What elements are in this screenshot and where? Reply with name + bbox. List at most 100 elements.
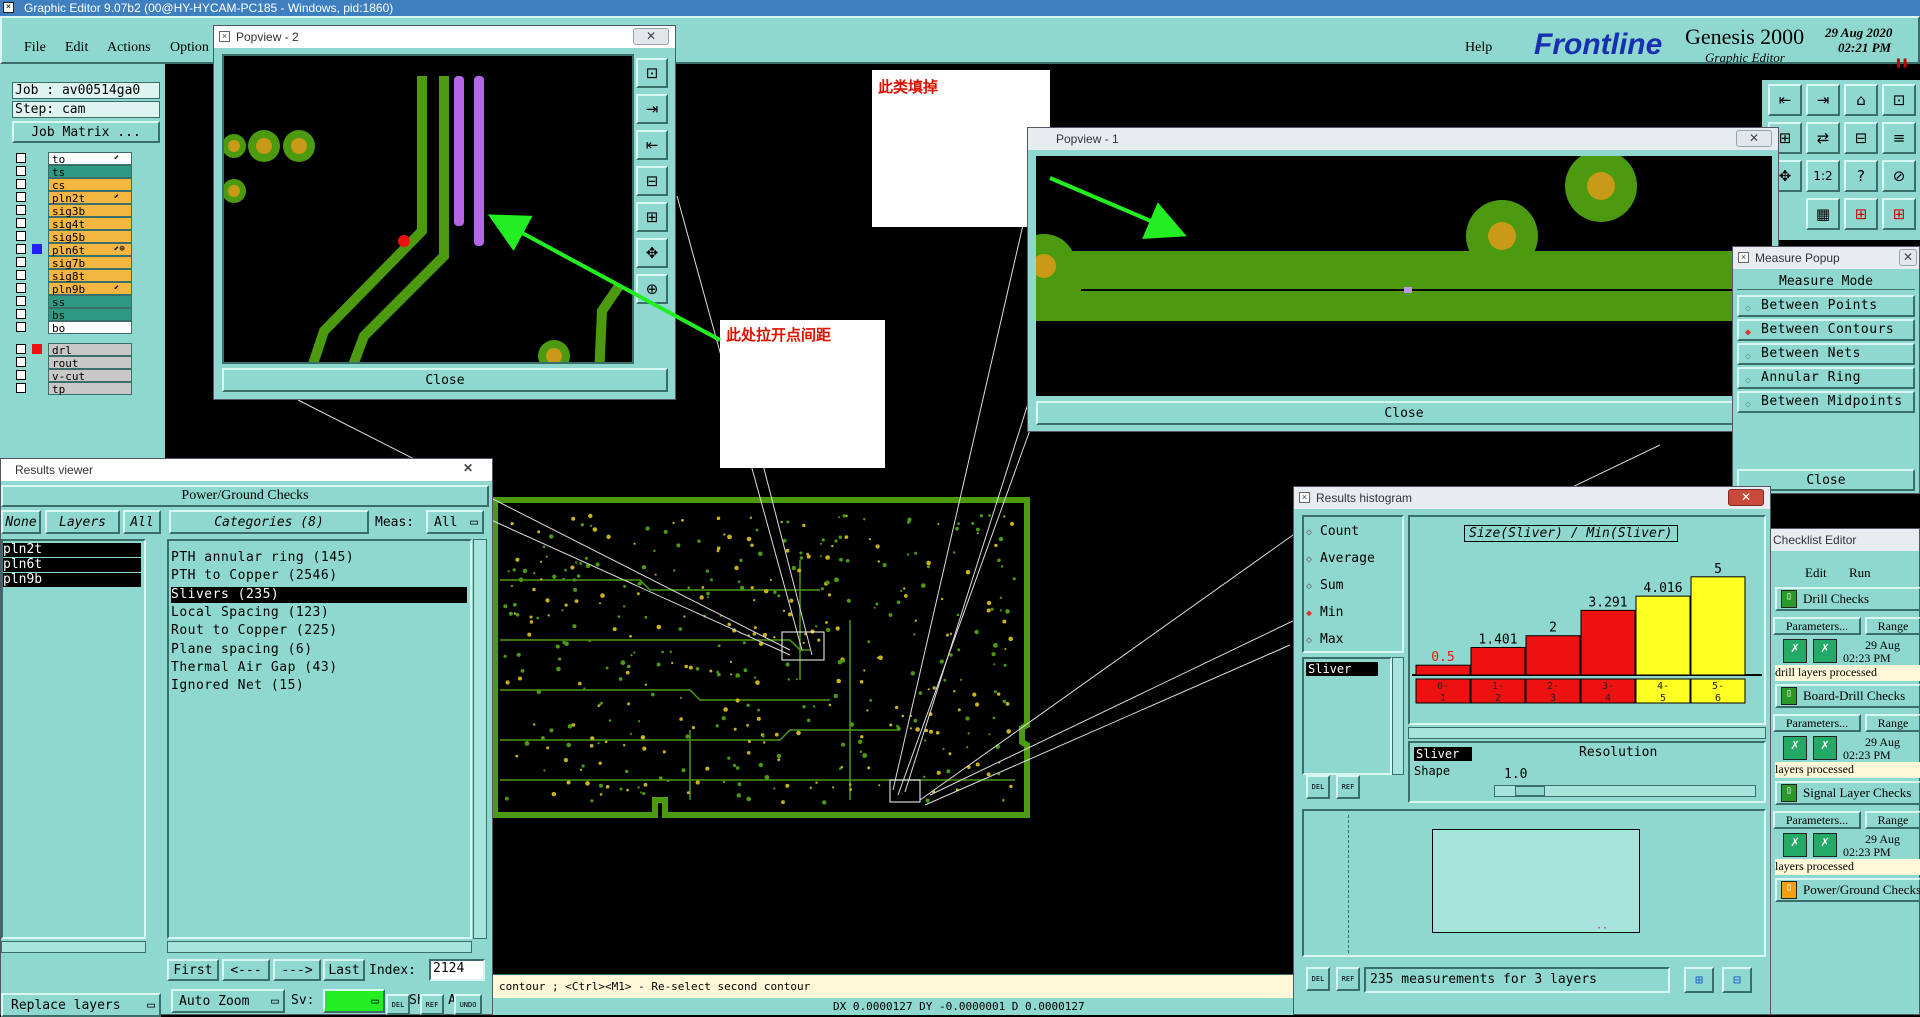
histogram-titlebar: × Results histogram ✕: [1294, 487, 1770, 509]
histogram-radio[interactable]: ◇ Average: [1306, 550, 1375, 568]
prev-button[interactable]: <---: [222, 959, 270, 981]
measure-mode-item[interactable]: ◆ Between Contours: [1737, 319, 1915, 341]
histogram-list-scrollbar[interactable]: [1392, 657, 1404, 775]
bar-value-label: 3.291: [1588, 595, 1627, 610]
histogram-radio[interactable]: ◆ Min: [1306, 604, 1343, 622]
ref-bottom-icon[interactable]: REF: [420, 994, 444, 1015]
shape-selected[interactable]: Sliver: [1414, 747, 1472, 761]
checklist-title: Checklist Editor: [1773, 533, 1857, 547]
range-button[interactable]: Range: [1865, 811, 1920, 829]
coords-readout: DX 0.0000127 DY -0.0000001 D 0.0000127: [833, 1000, 1085, 1013]
category-item[interactable]: Rout to Copper (225): [171, 623, 467, 639]
export-icon[interactable]: ⊞: [1684, 967, 1714, 993]
last-button[interactable]: Last: [323, 959, 365, 981]
checklist-menu-run[interactable]: Run: [1849, 565, 1871, 581]
del-icon[interactable]: DEL: [1306, 967, 1330, 991]
run-action-icon[interactable]: ✗: [1783, 736, 1807, 760]
histogram-bar[interactable]: [1635, 595, 1691, 676]
checklist-editor: Checklist Editor Edit Run ▯ Drill Checks P…: [1770, 528, 1920, 1015]
measure-mode-item[interactable]: ◇ Between Midpoints: [1737, 391, 1915, 413]
del-icon[interactable]: DEL: [1306, 775, 1330, 799]
slider-thumb[interactable]: [1515, 786, 1545, 796]
measure-close-x[interactable]: ✕: [1899, 249, 1917, 266]
print-icon[interactable]: ⊟: [1722, 967, 1752, 993]
category-item[interactable]: PTH annular ring (145): [171, 550, 467, 566]
parameters-button[interactable]: Parameters...: [1773, 714, 1861, 732]
sv-color-dropdown[interactable]: ▭: [323, 989, 385, 1013]
results-layer-item[interactable]: pln2t: [3, 543, 141, 557]
results-histogram: × Results histogram ✕ Sliver DEL REF Size(…: [1293, 486, 1771, 1015]
layer-results-list[interactable]: pln2t pln6t pln9b: [1, 539, 146, 939]
run-action-icon[interactable]: ✗: [1783, 639, 1807, 663]
dropdown-icon: ▭: [271, 993, 279, 1009]
run-action-icon[interactable]: ✗: [1813, 736, 1837, 760]
radio-icon: ◇: [1745, 375, 1752, 386]
results-close-x[interactable]: ✕: [450, 461, 486, 478]
ref-icon[interactable]: REF: [1336, 967, 1360, 991]
histogram-bar[interactable]: [1525, 635, 1581, 676]
layers-none-button[interactable]: None: [1, 510, 41, 534]
replace-layers-dropdown[interactable]: Replace layers ▭: [1, 993, 161, 1017]
histogram-list-item[interactable]: Sliver: [1306, 662, 1378, 676]
radio-icon: ◇: [1745, 303, 1752, 314]
checklist-item[interactable]: ▯ Power/Ground Checks: [1775, 878, 1920, 902]
results-layer-item[interactable]: pln6t: [3, 558, 141, 572]
histogram-bar[interactable]: [1415, 664, 1471, 676]
measure-mode-item[interactable]: ◇ Annular Ring: [1737, 367, 1915, 389]
autozoom-dropdown[interactable]: Auto Zoom ▭: [171, 989, 285, 1013]
del-bottom-icon[interactable]: DEL: [386, 994, 410, 1015]
checklist-item[interactable]: ▯ Drill Checks: [1775, 587, 1920, 611]
histogram-status: 235 measurements for 3 layers: [1364, 967, 1670, 993]
results-layer-item[interactable]: pln9b: [3, 573, 141, 587]
category-tick-label: 1: [1440, 693, 1446, 704]
range-button[interactable]: Range: [1865, 714, 1920, 732]
first-button[interactable]: First: [167, 959, 219, 981]
sv-label: Sv:: [291, 993, 315, 1008]
categories-button[interactable]: Categories (8): [169, 510, 369, 534]
histogram-radio[interactable]: ◇ Sum: [1306, 577, 1343, 595]
checklist-item[interactable]: ▯ Board-Drill Checks: [1775, 684, 1920, 708]
category-item[interactable]: Local Spacing (123): [171, 605, 467, 621]
histogram-bar[interactable]: [1580, 609, 1636, 676]
checklist-menu-edit[interactable]: Edit: [1805, 565, 1827, 581]
ref-icon[interactable]: REF: [1336, 775, 1360, 799]
range-button[interactable]: Range: [1865, 617, 1920, 635]
run-action-icon[interactable]: ✗: [1813, 639, 1837, 663]
category-item[interactable]: PTH to Copper (2546): [171, 568, 467, 584]
radio-icon: ◇: [1306, 635, 1313, 646]
measure-mode-label: Measure Mode: [1737, 274, 1915, 290]
histogram-close-x[interactable]: ✕: [1728, 489, 1764, 506]
layers-all-button[interactable]: All: [123, 510, 161, 534]
resolution-slider[interactable]: [1494, 785, 1756, 797]
category-item[interactable]: Thermal Air Gap (43): [171, 660, 467, 676]
category-hscroll[interactable]: [167, 941, 472, 953]
checklist-item[interactable]: ▯ Signal Layer Checks: [1775, 781, 1920, 805]
radio-selected-icon: ◆: [1306, 608, 1313, 619]
histogram-bar[interactable]: [1690, 576, 1746, 676]
layers-button[interactable]: Layers: [45, 510, 120, 534]
measure-mode-item[interactable]: ◇ Between Nets: [1737, 343, 1915, 365]
meas-dropdown[interactable]: All ▭: [426, 510, 484, 534]
chart-hscroll[interactable]: [1408, 727, 1766, 739]
category-item[interactable]: Slivers (235): [171, 586, 467, 603]
category-scrollbar[interactable]: [473, 539, 487, 939]
check-status-text: layers processed: [1775, 859, 1920, 875]
results-header: Power/Ground Checks: [1, 485, 489, 507]
next-button[interactable]: --->: [273, 959, 321, 981]
run-action-icon[interactable]: ✗: [1813, 833, 1837, 857]
category-item[interactable]: Plane spacing (6): [171, 642, 467, 658]
check-time: 02:23 PM: [1843, 845, 1891, 859]
layer-hscroll[interactable]: [1, 941, 146, 953]
category-item[interactable]: Ignored Net (15): [171, 678, 467, 694]
histogram-radio[interactable]: ◇ Count: [1306, 523, 1359, 541]
preview-board: [1432, 829, 1640, 933]
index-field[interactable]: 2124: [429, 959, 485, 981]
histogram-radio[interactable]: ◇ Max: [1306, 631, 1343, 649]
histogram-radio-label: Max: [1320, 632, 1344, 647]
run-action-icon[interactable]: ✗: [1783, 833, 1807, 857]
measure-mode-item[interactable]: ◇ Between Points: [1737, 295, 1915, 317]
histogram-bar[interactable]: [1470, 646, 1526, 676]
parameters-button[interactable]: Parameters...: [1773, 811, 1861, 829]
undo-bottom-icon[interactable]: UNDO: [454, 994, 482, 1015]
parameters-button[interactable]: Parameters...: [1773, 617, 1861, 635]
